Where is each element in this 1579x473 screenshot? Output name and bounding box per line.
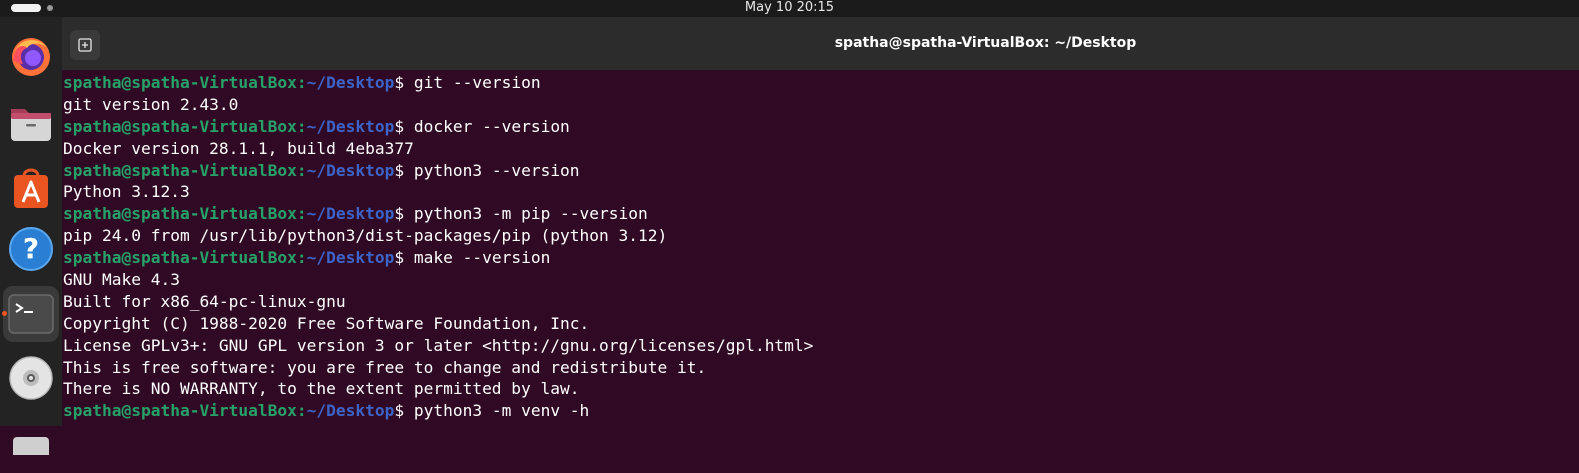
prompt-symbol: $ — [394, 116, 414, 136]
prompt-separator: : — [296, 248, 307, 268]
prompt-separator: : — [296, 204, 307, 224]
command-text: make --version — [413, 248, 551, 268]
prompt-path: ~/Desktop — [306, 204, 395, 224]
dock-item-help[interactable]: ? — [3, 221, 59, 277]
prompt-separator: : — [296, 116, 307, 136]
prompt-user: spatha@spatha-VirtualBox — [63, 248, 297, 268]
dock-item-files[interactable] — [3, 95, 59, 151]
prompt-separator: : — [296, 73, 307, 92]
output-text: There is NO WARRANTY, to the extent perm… — [63, 379, 580, 399]
svg-text:?: ? — [23, 232, 39, 265]
terminal-command-line: spatha@spatha-VirtualBox:~/Desktop$ make… — [63, 247, 813, 269]
terminal-view[interactable]: spatha@spatha-VirtualBox:~/Desktop$ git … — [62, 70, 1579, 426]
terminal-output-line: Docker version 28.1.1, build 4eba377 — [63, 138, 813, 160]
terminal-output-line: GNU Make 4.3 — [63, 269, 813, 291]
prompt-path: ~/Desktop — [306, 73, 395, 92]
dock-item-disc[interactable] — [3, 350, 59, 406]
terminal-command-line: spatha@spatha-VirtualBox:~/Desktop$ pyth… — [63, 203, 813, 225]
command-text: python3 --version — [413, 160, 580, 180]
terminal-output-line: git version 2.43.0 — [63, 94, 813, 116]
terminal-output-line: There is NO WARRANTY, to the extent perm… — [63, 378, 813, 400]
dock-item-firefox[interactable] — [3, 28, 59, 84]
window-title: spatha@spatha-VirtualBox: ~/Desktop — [834, 35, 1137, 51]
disc-icon — [9, 356, 53, 400]
prompt-user: spatha@spatha-VirtualBox — [63, 204, 297, 224]
command-text: docker --version — [413, 116, 570, 136]
folder-icon — [11, 109, 51, 141]
prompt-path: ~/Desktop — [306, 248, 395, 268]
output-text: Built for x86_64-pc-linux-gnu — [63, 291, 346, 311]
prompt-separator: : — [296, 160, 307, 180]
running-indicator — [2, 311, 7, 316]
top-bar: May 10 20:15 — [0, 0, 1579, 17]
help-icon: ? — [9, 227, 53, 271]
prompt-user: spatha@spatha-VirtualBox — [63, 401, 297, 421]
terminal-output-line: Built for x86_64-pc-linux-gnu — [63, 291, 813, 313]
command-text: python3 -m pip --version — [413, 204, 648, 224]
output-text: License GPLv3+: GNU GPL version 3 or lat… — [63, 335, 814, 355]
command-text: git --version — [413, 73, 541, 92]
prompt-symbol: $ — [394, 73, 414, 92]
window-titlebar: spatha@spatha-VirtualBox: ~/Desktop — [62, 17, 1579, 70]
prompt-user: spatha@spatha-VirtualBox — [63, 73, 297, 92]
app-icon — [13, 437, 49, 455]
terminal-command-line: spatha@spatha-VirtualBox:~/Desktop$ pyth… — [63, 400, 813, 422]
output-text: Python 3.12.3 — [63, 182, 190, 202]
prompt-user: spatha@spatha-VirtualBox — [63, 116, 297, 136]
dock-item-app-center[interactable] — [3, 159, 59, 215]
dock-item-more[interactable] — [3, 417, 59, 473]
output-text: This is free software: you are free to c… — [63, 357, 707, 377]
dock: ? — [0, 17, 62, 455]
prompt-separator: : — [296, 401, 307, 421]
firefox-icon — [12, 38, 50, 76]
terminal-output-line: Copyright (C) 1988-2020 Free Software Fo… — [63, 313, 813, 335]
terminal-output-line: Python 3.12.3 — [63, 181, 813, 203]
dock-item-terminal[interactable] — [2, 286, 59, 342]
output-text: Docker version 28.1.1, build 4eba377 — [63, 138, 414, 158]
terminal-command-line: spatha@spatha-VirtualBox:~/Desktop$ pyth… — [63, 160, 813, 182]
prompt-symbol: $ — [394, 204, 414, 224]
terminal-output-line: pip 24.0 from /usr/lib/python3/dist-pack… — [63, 225, 813, 247]
output-text: pip 24.0 from /usr/lib/python3/dist-pack… — [63, 226, 668, 246]
prompt-path: ~/Desktop — [306, 401, 395, 421]
prompt-path: ~/Desktop — [306, 116, 395, 136]
terminal-output-line: License GPLv3+: GNU GPL version 3 or lat… — [63, 335, 813, 357]
terminal-output-line: This is free software: you are free to c… — [63, 357, 813, 379]
terminal-icon — [8, 294, 54, 334]
prompt-symbol: $ — [394, 248, 414, 268]
terminal-command-line: spatha@spatha-VirtualBox:~/Desktop$ dock… — [63, 116, 813, 138]
prompt-symbol: $ — [394, 401, 414, 421]
terminal-output: spatha@spatha-VirtualBox:~/Desktop$ git … — [63, 72, 813, 422]
terminal-command-line: spatha@spatha-VirtualBox:~/Desktop$ git … — [63, 72, 813, 94]
output-text: Copyright (C) 1988-2020 Free Software Fo… — [63, 313, 590, 333]
prompt-path: ~/Desktop — [306, 160, 395, 180]
clock[interactable]: May 10 20:15 — [0, 0, 1579, 15]
store-icon — [14, 168, 48, 208]
command-text: python3 -m venv -h — [413, 401, 590, 421]
output-text: git version 2.43.0 — [63, 94, 239, 114]
output-text: GNU Make 4.3 — [63, 270, 180, 290]
prompt-user: spatha@spatha-VirtualBox — [63, 160, 297, 180]
prompt-symbol: $ — [394, 160, 414, 180]
